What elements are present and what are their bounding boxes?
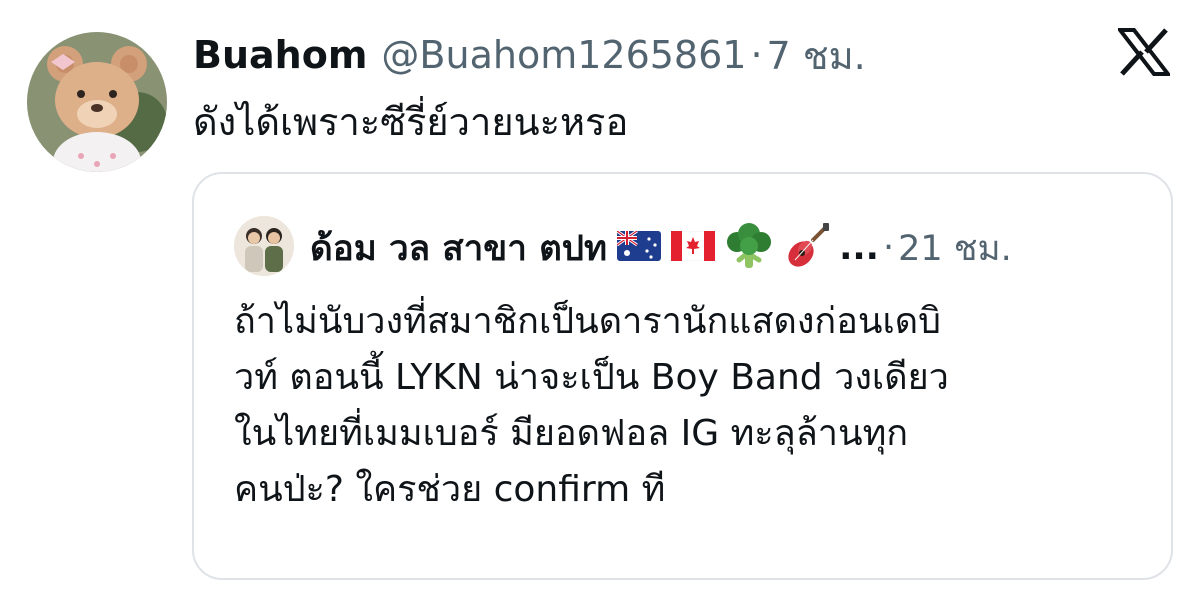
two-people-avatar-icon xyxy=(234,216,294,276)
tweet-header: Buahom @Buahom1265861 · 7 ชม. xyxy=(193,30,866,80)
guitar-icon xyxy=(783,222,831,274)
quoted-text-line: คนป่ะ? ใครช่วย confirm ที xyxy=(234,469,666,510)
quoted-avatar[interactable] xyxy=(234,216,294,276)
quoted-tweet-header: ด้อม วล สาขา ตปท ... · 21 ชม. xyxy=(310,222,1012,274)
display-name[interactable]: Buahom xyxy=(193,33,367,77)
separator-dot: · xyxy=(750,33,763,77)
x-logo-icon[interactable] xyxy=(1115,28,1173,76)
quoted-tweet-text: ถ้าไม่นับวงที่สมาชิกเป็นดารานักแสดงก่อนเ… xyxy=(234,294,1154,518)
quoted-timestamp[interactable]: 21 ชม. xyxy=(898,221,1012,276)
flag-australia-icon xyxy=(616,229,662,265)
tweet-text: ดังได้เพราะซีรี่ย์วายนะหรอ xyxy=(193,100,629,144)
quoted-display-name[interactable]: ด้อม วล สาขา ตปท xyxy=(310,221,607,276)
avatar[interactable] xyxy=(27,32,167,172)
user-handle[interactable]: @Buahom1265861 xyxy=(381,33,746,77)
quoted-text-line: ถ้าไม่นับวงที่สมาชิกเป็นดารานักแสดงก่อนเ… xyxy=(234,301,941,342)
quoted-text-line: ในไทยที่เมมเบอร์ มียอดฟอล IG ทะลุล้านทุก xyxy=(234,413,909,454)
quoted-tweet-card[interactable]: ด้อม วล สาขา ตปท ... · 21 ชม. ถ้าไม่นับว… xyxy=(192,172,1173,580)
timestamp[interactable]: 7 ชม. xyxy=(767,25,866,86)
bear-avatar-icon xyxy=(27,32,167,172)
broccoli-icon xyxy=(723,222,775,274)
flag-canada-icon xyxy=(670,230,716,265)
separator-dot: · xyxy=(882,228,895,268)
name-truncation: ... xyxy=(839,228,879,268)
quoted-text-line: วท์ ตอนนี้ LYKN น่าจะเป็น Boy Band วงเดี… xyxy=(234,357,949,398)
